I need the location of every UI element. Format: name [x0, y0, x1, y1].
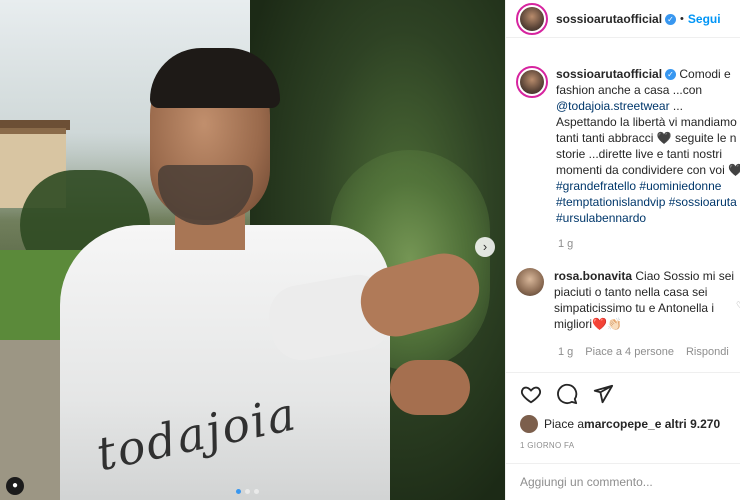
- caption-username[interactable]: sossioarutaofficial: [556, 67, 662, 81]
- comment-timestamp[interactable]: 1 g: [558, 346, 573, 358]
- comment-like-heart-icon[interactable]: ♡: [736, 300, 740, 311]
- liker-avatar[interactable]: [520, 415, 538, 433]
- author-avatar[interactable]: [516, 2, 548, 35]
- post-header: sossioarutaofficial ✓ • Segui: [506, 0, 740, 38]
- reply-button[interactable]: Rispondi: [686, 346, 729, 358]
- comment-icon[interactable]: [556, 383, 578, 405]
- comment-likes[interactable]: Piace a 4 persone: [585, 346, 674, 358]
- carousel-dot: [254, 489, 259, 494]
- follow-button[interactable]: Segui: [688, 12, 721, 26]
- caption-author-avatar[interactable]: [516, 66, 548, 98]
- post-caption: sossioarutaofficial ✓ Comodi e fashion an…: [516, 66, 740, 250]
- post-date: 1 GIORNO FA: [520, 441, 575, 450]
- heart-icon[interactable]: [520, 383, 542, 405]
- post-viewer: todajoia › ● sossioarutaofficial ✓ • Segu…: [0, 0, 740, 500]
- carousel-dot: [245, 489, 250, 494]
- post-image[interactable]: todajoia › ●: [0, 0, 505, 500]
- carousel-dot-active: [236, 489, 241, 494]
- likes-summary: Piace a marcopepe_ e altri 9.270: [520, 415, 720, 433]
- verified-badge-icon: ✓: [665, 13, 677, 25]
- post-actions: Piace a marcopepe_ e altri 9.270 1 GIORN…: [506, 372, 740, 500]
- comment-meta: 1 g Piace a 4 persone Rispondi: [558, 346, 729, 358]
- commenter-username[interactable]: rosa.bonavita: [554, 269, 632, 283]
- hashtag-link[interactable]: #ursulabennardo: [556, 210, 740, 226]
- post-sidebar: sossioarutaofficial ✓ • Segui sossioaruta…: [505, 0, 740, 500]
- comment-item: rosa.bonavita Ciao Sossio mi sei piaciut…: [516, 268, 740, 332]
- carousel-dots: [236, 489, 259, 494]
- next-image-button[interactable]: ›: [475, 237, 495, 257]
- separator-dot: •: [680, 12, 684, 25]
- share-icon[interactable]: [592, 383, 614, 405]
- hashtag-links[interactable]: #grandefratello #uominiedonne: [556, 178, 740, 194]
- add-comment-input[interactable]: Aggiungi un commento...: [506, 463, 740, 500]
- verified-badge-icon: ✓: [665, 69, 677, 81]
- liker-username[interactable]: marcopepe_: [584, 417, 655, 431]
- user-tag-icon[interactable]: ●: [6, 477, 24, 495]
- likes-count[interactable]: e altri 9.270: [655, 417, 720, 431]
- author-username[interactable]: sossioarutaofficial ✓: [556, 12, 677, 26]
- mention-link[interactable]: @todajoia.streetwear: [556, 99, 670, 113]
- commenter-avatar[interactable]: [516, 268, 544, 296]
- hashtag-links[interactable]: #temptationislandvip #sossioaruta: [556, 194, 740, 210]
- caption-timestamp[interactable]: 1 g: [558, 238, 740, 250]
